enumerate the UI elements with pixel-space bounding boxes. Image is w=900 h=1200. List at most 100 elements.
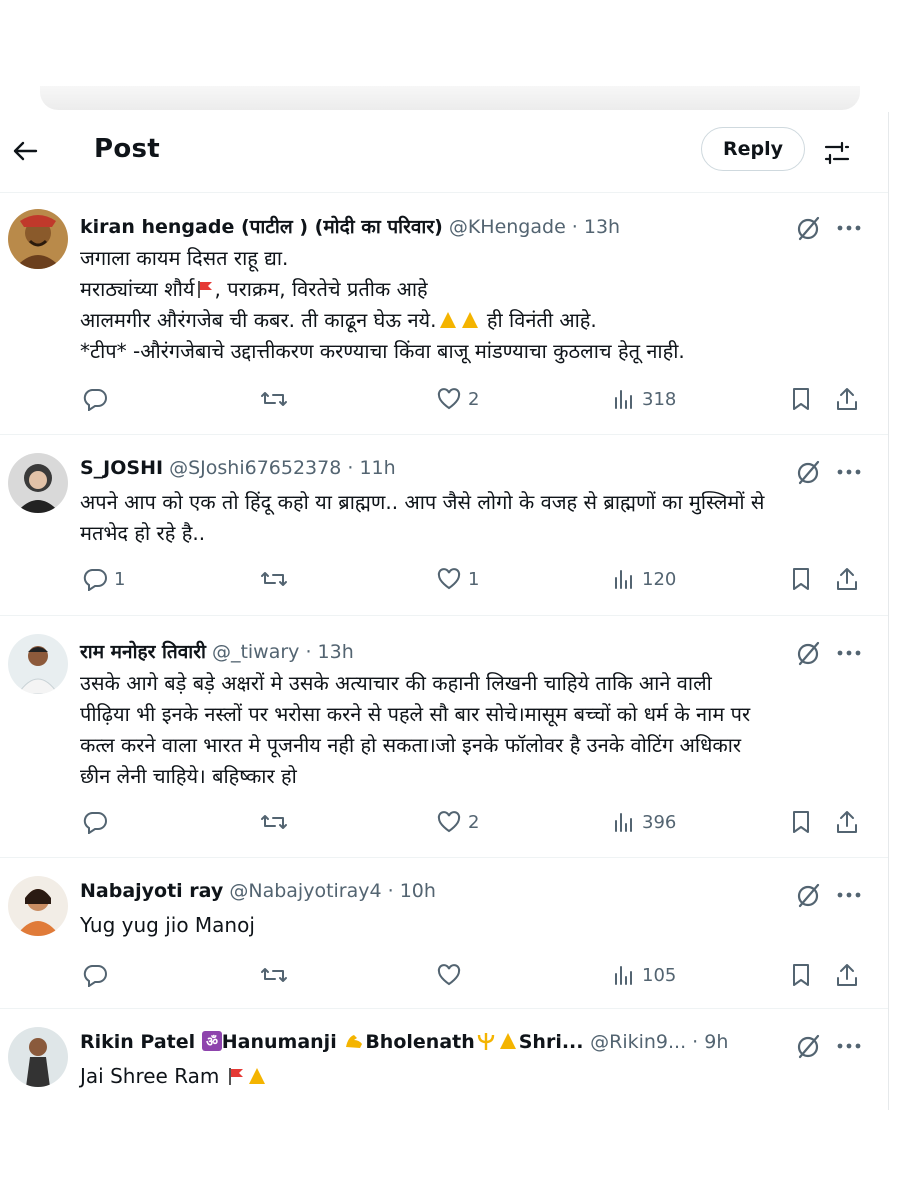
author-handle[interactable]: @Nabajyotiray4 · 10h [229,880,436,902]
repost-action[interactable] [260,959,288,991]
like-action[interactable]: 1 [436,563,479,595]
like-action[interactable] [436,959,468,991]
red-flag-emoji [197,281,212,298]
author-name[interactable]: S_JOSHI [80,457,163,479]
views-icon [615,570,632,589]
views-action[interactable]: 120 [612,563,676,595]
share-action[interactable] [834,806,860,838]
reply-button[interactable]: Reply [701,127,805,171]
reply-item[interactable]: Nabajyoti ray @Nabajyotiray4 · 10h Yug y… [0,858,888,1009]
text-line: कत्ल करने वाला भारत मे पूजनीय नही हो सकत… [80,733,742,757]
reply-item[interactable]: S_JOSHI @SJoshi67652378 · 11h अपने आप को… [0,435,888,616]
reply-icon [83,389,107,411]
reply-action[interactable] [82,383,114,415]
heart-icon [437,388,461,410]
like-count: 2 [468,811,480,833]
filter-button[interactable] [822,138,852,168]
like-action[interactable]: 2 [436,383,479,415]
arrow-left-icon [13,141,38,161]
view-count: 105 [642,964,677,986]
author-handle[interactable]: @Rikin9... · 9h [590,1031,728,1053]
reply-action[interactable] [82,806,114,838]
bookmark-action[interactable] [790,563,812,595]
text-line: उसके आगे बड़े बड़े अक्षरों मे उसके अत्या… [80,671,712,695]
grok-icon[interactable] [796,459,822,485]
author-name[interactable]: kiran hengade (पाटील ) (मोदी का परिवार) [80,216,443,238]
more-icon[interactable] [836,223,862,233]
author-handle[interactable]: @KHengade · 13h [449,216,620,238]
views-action[interactable]: 105 [612,959,676,991]
bookmark-icon [793,388,809,410]
repost-action[interactable] [260,806,288,838]
reply-text: Yug yug jio Manoj [80,910,870,941]
reply-text: जगाला कायम दिसत राहू द्या. मराठ्यांच्या … [80,243,870,367]
folded-hands-emoji [248,1068,265,1084]
repost-icon [261,572,287,586]
author-handle[interactable]: @SJoshi67652378 · 11h [169,457,396,479]
reply-item[interactable]: राम मनोहर तिवारी @_tiwary · 13h उसके आगे… [0,616,888,858]
repost-icon [261,392,287,406]
repost-action[interactable] [260,383,288,415]
like-action[interactable]: 2 [436,806,479,838]
text-line: Yug yug jio Manoj [80,913,255,937]
back-button[interactable] [10,136,40,166]
text-line: जगाला कायम दिसत राहू द्या. [80,246,289,270]
trident-emoji [477,1033,494,1050]
reply-author: राम मनोहर तिवारी @_tiwary · 13h [80,638,354,664]
avatar[interactable] [8,453,68,513]
author-name[interactable]: Nabajyoti ray [80,880,223,902]
repost-action[interactable] [260,563,288,595]
folded-hands-emoji [499,1033,516,1049]
share-action[interactable] [834,383,860,415]
view-count: 396 [642,811,677,833]
reply-author: S_JOSHI @SJoshi67652378 · 11h [80,457,396,479]
grok-icon[interactable] [796,215,822,241]
heart-icon [437,568,461,590]
text-line: आलमगीर औरंगजेब ची कबर. ती काढून घेऊ नये.… [80,308,597,332]
view-count: 120 [642,568,677,590]
more-icon[interactable] [836,467,862,477]
bookmark-action[interactable] [790,806,812,838]
reply-action[interactable]: 1 [82,563,125,595]
reply-text: Jai Shree Ram [80,1061,870,1092]
repost-icon [261,968,287,982]
share-action[interactable] [834,563,860,595]
sliders-icon [824,141,850,165]
avatar[interactable] [8,876,68,936]
heart-icon [437,811,461,833]
om-emoji: ॐ [201,1031,222,1051]
grok-icon[interactable] [796,882,822,908]
avatar[interactable] [8,1027,68,1087]
share-icon [837,568,857,590]
avatar[interactable] [8,634,68,694]
red-flag-emoji [228,1068,243,1085]
reply-item[interactable]: Rikin Patel ॐ Hanumanji Bholenath Shri... … [0,1009,888,1110]
share-action[interactable] [834,959,860,991]
reply-icon [83,569,107,591]
text-line: छीन लेनी चाहिये। बहिष्कार हो [80,764,297,788]
author-name[interactable]: Rikin Patel ॐ Hanumanji Bholenath Shri... [80,1031,590,1053]
reply-action[interactable] [82,959,114,991]
heart-icon [437,964,461,986]
author-name[interactable]: राम मनोहर तिवारी [80,641,206,663]
grok-icon[interactable] [796,1033,822,1059]
views-action[interactable]: 396 [612,806,676,838]
reply-item[interactable]: kiran hengade (पाटील ) (मोदी का परिवार) … [0,193,888,435]
views-action[interactable]: 318 [612,383,676,415]
svg-text:ॐ: ॐ [206,1034,218,1050]
reply-icon [83,965,107,987]
avatar[interactable] [8,209,68,269]
bookmark-action[interactable] [790,383,812,415]
more-icon[interactable] [836,1041,862,1051]
grok-icon[interactable] [796,640,822,666]
text-line: पीढ़िया भी इनके नस्लों पर भरोसा करने से … [80,702,751,726]
bookmark-action[interactable] [790,959,812,991]
text-line: अपने आप को एक तो हिंदू कहो या ब्राह्मण..… [80,490,765,514]
more-icon[interactable] [836,890,862,900]
text-line: मराठ्यांच्या शौर्य, पराक्रम, विरतेचे प्र… [80,277,428,301]
reply-text: उसके आगे बड़े बड़े अक्षरों मे उसके अत्या… [80,668,870,792]
author-handle[interactable]: @_tiwary · 13h [212,641,354,663]
more-icon[interactable] [836,648,862,658]
reply-author: kiran hengade (पाटील ) (मोदी का परिवार) … [80,213,620,239]
bookmark-icon [793,568,809,590]
